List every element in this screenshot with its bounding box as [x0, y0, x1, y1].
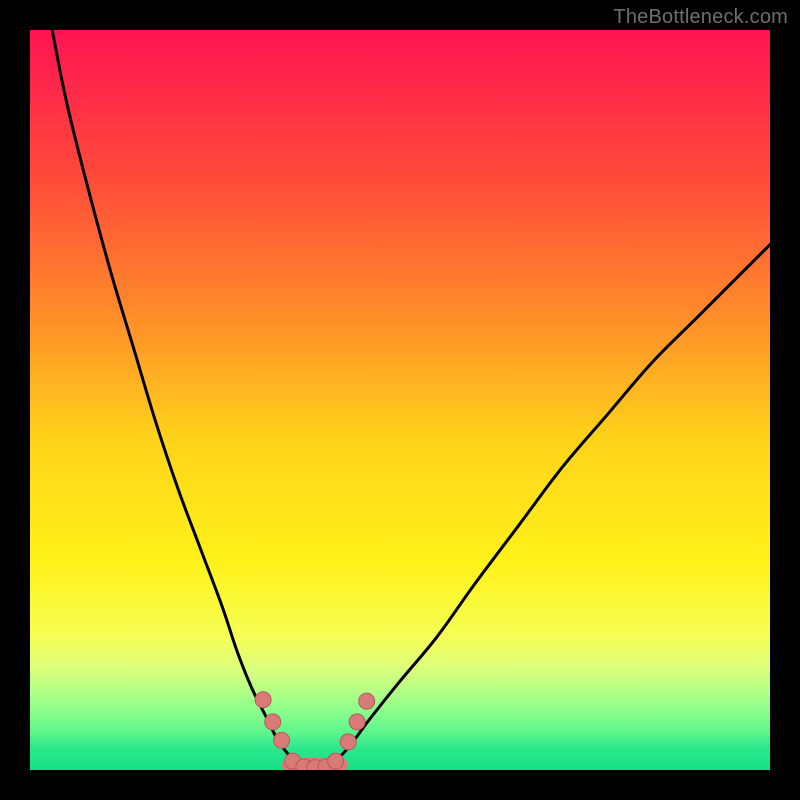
marker-point — [349, 714, 365, 730]
marker-point — [359, 693, 375, 709]
marker-point — [255, 692, 271, 708]
chart-frame: TheBottleneck.com — [0, 0, 800, 800]
marker-point — [340, 734, 356, 750]
marker-point — [274, 732, 290, 748]
marker-point — [328, 753, 344, 769]
marker-point — [265, 714, 281, 730]
plot-area — [30, 30, 770, 770]
watermark-text: TheBottleneck.com — [613, 6, 788, 29]
series-left-curve — [52, 30, 304, 770]
series-right-curve — [326, 245, 770, 770]
curves-layer — [30, 30, 770, 770]
